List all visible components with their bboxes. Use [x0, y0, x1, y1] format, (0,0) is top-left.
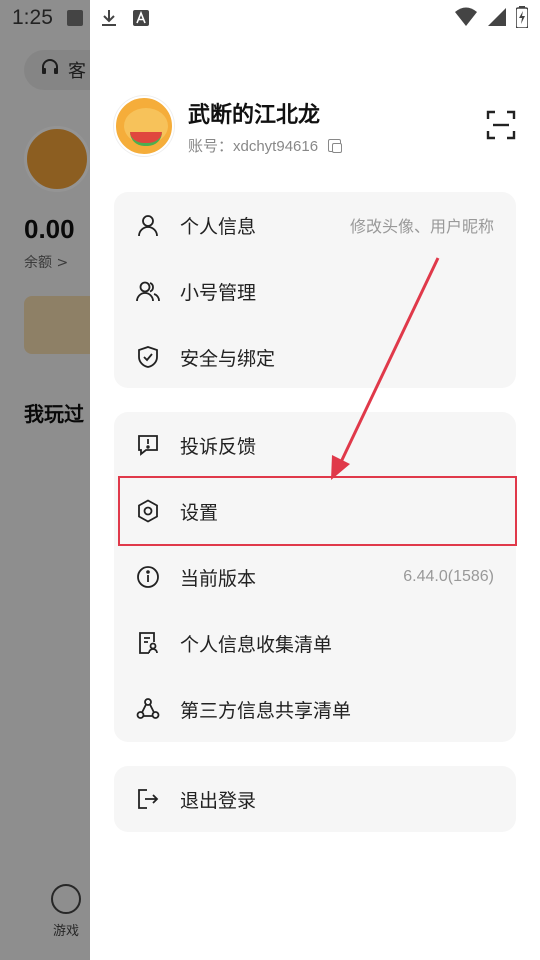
logout-icon: [136, 787, 160, 811]
battery-icon: [515, 6, 529, 32]
download-icon: [100, 8, 118, 32]
menu-item-logout[interactable]: 退出登录: [114, 766, 516, 832]
menu-item-third-party-sharing[interactable]: 第三方信息共享清单: [114, 676, 516, 742]
menu-item-label: 个人信息收集清单: [180, 633, 333, 656]
avatar[interactable]: [114, 96, 174, 156]
menu-item-label: 第三方信息共享清单: [180, 699, 352, 722]
avatar-watermelon: [130, 132, 162, 146]
app-notification-icon: [132, 9, 150, 31]
menu-item-label: 小号管理: [180, 281, 257, 304]
signal-icon: [486, 7, 508, 31]
menu-item-version[interactable]: 当前版本 6.44.0(1586): [114, 544, 516, 610]
wifi-icon: [454, 7, 478, 31]
info-icon: [136, 565, 160, 589]
menu-item-label: 当前版本: [180, 567, 257, 590]
account-menu-card: 个人信息 修改头像、用户昵称 小号管理 安全与绑定: [114, 192, 516, 388]
menu-item-personal-info[interactable]: 个人信息 修改头像、用户昵称: [114, 192, 516, 258]
menu-item-label: 投诉反馈: [180, 435, 257, 458]
version-number: 6.44.0(1586): [403, 568, 494, 585]
feedback-icon: [136, 433, 160, 457]
profile-name: 武断的江北龙: [188, 102, 321, 128]
scan-icon[interactable]: [486, 110, 516, 140]
shield-check-icon: [136, 345, 160, 369]
general-menu-card: 投诉反馈 设置 当前版本 6.44.0(1586) 个人信息收集清单 第三方信息…: [114, 412, 516, 742]
menu-item-info-collection[interactable]: 个人信息收集清单: [114, 610, 516, 676]
menu-item-security[interactable]: 安全与绑定: [114, 324, 516, 390]
menu-item-feedback[interactable]: 投诉反馈: [114, 412, 516, 478]
menu-item-label: 个人信息: [180, 215, 257, 238]
user-icon: [136, 213, 160, 237]
menu-item-label: 安全与绑定: [180, 347, 276, 370]
document-user-icon: [136, 631, 160, 655]
menu-item-sub-accounts[interactable]: 小号管理: [114, 258, 516, 324]
users-icon: [136, 279, 160, 303]
menu-item-hint: 修改头像、用户昵称: [349, 219, 494, 236]
profile-header[interactable]: 武断的江北龙 账号：xdchyt94616: [114, 96, 343, 156]
drawer-status-right: [454, 6, 529, 32]
gallery-notification-icon: [66, 10, 83, 26]
account-id: 账号：xdchyt94616: [188, 137, 319, 155]
drawer-status-icons: [100, 8, 150, 32]
account-line: 账号：xdchyt94616: [188, 135, 343, 156]
status-time: 1:25: [12, 6, 53, 29]
logout-card: 退出登录: [114, 766, 516, 832]
copy-icon[interactable]: [328, 138, 343, 153]
share-nodes-icon: [136, 697, 160, 721]
settings-highlight-box: [118, 476, 517, 546]
menu-item-label: 退出登录: [180, 789, 257, 812]
